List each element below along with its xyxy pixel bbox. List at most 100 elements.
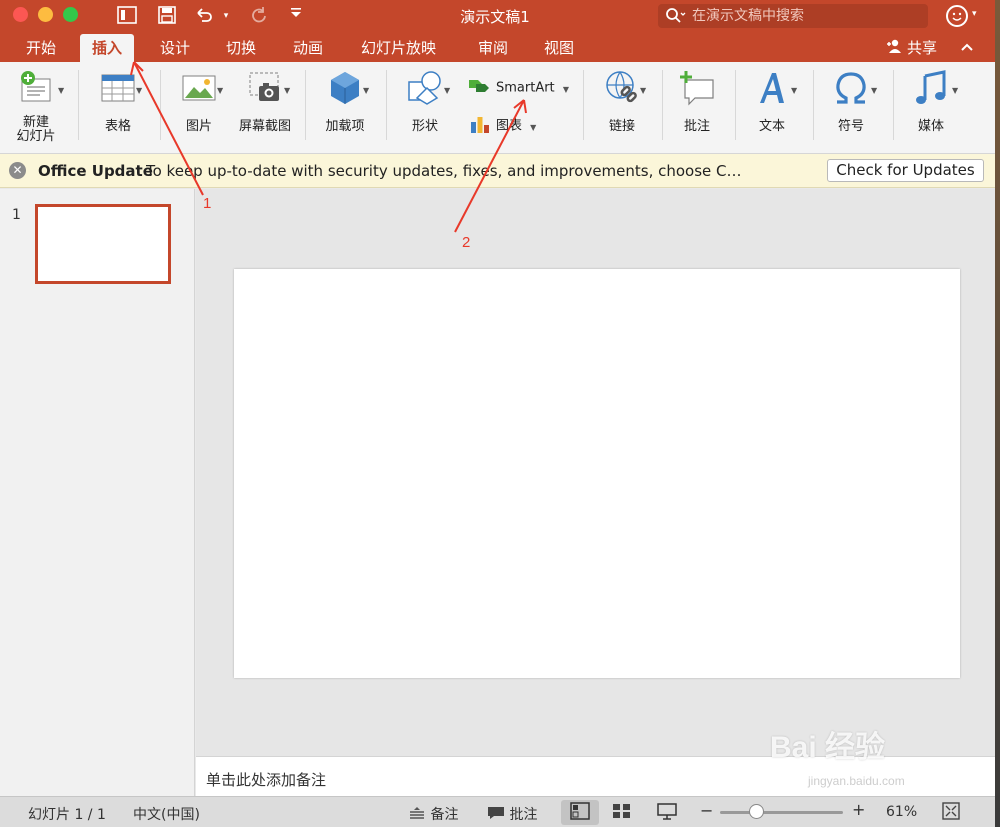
smartart-label: SmartArt — [496, 80, 555, 96]
sidebar-toggle-icon[interactable] — [115, 5, 139, 27]
table-dropdown-icon[interactable]: ▼ — [136, 86, 142, 95]
slide-thumbnail[interactable] — [35, 204, 171, 284]
addins-dropdown-icon[interactable]: ▼ — [363, 86, 369, 95]
shapes-icon — [408, 71, 441, 105]
undo-icon[interactable] — [192, 5, 216, 27]
chart-button[interactable]: 图表 ▼ — [470, 114, 536, 136]
desktop-background — [995, 0, 1000, 827]
screenshot-button[interactable]: 屏幕截图 — [236, 70, 294, 134]
addins-button[interactable]: 加载项 — [320, 70, 370, 134]
maximize-window-button[interactable] — [63, 7, 78, 22]
addins-label: 加载项 — [325, 119, 365, 134]
title-bar: ▾ 演示文稿1 在演示文稿中搜索 ▾ — [0, 0, 995, 34]
slide-sorter-view-icon[interactable] — [612, 802, 632, 824]
zoom-slider-track[interactable] — [720, 811, 843, 814]
reading-view-icon[interactable] — [656, 802, 678, 824]
table-icon — [101, 74, 135, 102]
link-dropdown-icon[interactable]: ▼ — [640, 86, 646, 95]
tab-transitions[interactable]: 切换 — [214, 34, 268, 62]
comment-label: 批注 — [683, 119, 710, 134]
undo-dropdown-caret-icon[interactable]: ▾ — [220, 5, 232, 27]
new-slide-button[interactable]: 新建 幻灯片 — [8, 70, 64, 144]
tab-slideshow[interactable]: 幻灯片放映 — [349, 34, 448, 62]
account-icon[interactable] — [946, 5, 968, 27]
check-for-updates-button[interactable]: Check for Updates — [827, 159, 984, 182]
picture-dropdown-icon[interactable]: ▼ — [217, 86, 223, 95]
collapse-ribbon-icon[interactable] — [960, 34, 974, 62]
notes-icon — [408, 806, 426, 824]
text-button[interactable]: 文本 — [750, 70, 794, 134]
notes-placeholder: 单击此处添加备注 — [206, 771, 327, 789]
ribbon-separator — [893, 70, 894, 140]
search-icon — [664, 4, 686, 34]
zoom-slider-handle[interactable] — [749, 804, 765, 819]
new-slide-label-2: 幻灯片 — [16, 129, 56, 144]
zoom-in-icon[interactable]: + — [852, 800, 865, 819]
search-box[interactable]: 在演示文稿中搜索 — [658, 4, 928, 28]
share-button[interactable]: 共享 — [886, 34, 937, 62]
link-button[interactable]: 链接 — [598, 70, 646, 134]
media-button[interactable]: 媒体 — [908, 70, 954, 134]
picture-button[interactable]: 图片 — [175, 70, 223, 134]
customize-toolbar-icon[interactable] — [286, 5, 306, 27]
link-label: 链接 — [608, 119, 635, 134]
notes-toggle-button[interactable]: 备注 — [408, 804, 458, 824]
tab-design[interactable]: 设计 — [148, 34, 202, 62]
minimize-window-button[interactable] — [38, 7, 53, 22]
ribbon-separator — [78, 70, 79, 140]
media-dropdown-icon[interactable]: ▼ — [952, 86, 958, 95]
ribbon-separator — [160, 70, 161, 140]
comment-button[interactable]: 批注 — [677, 70, 717, 134]
save-icon[interactable] — [155, 5, 179, 27]
screenshot-icon — [249, 72, 279, 101]
new-slide-dropdown-icon[interactable]: ▼ — [58, 86, 64, 95]
notes-button-label: 备注 — [430, 807, 459, 823]
zoom-percent[interactable]: 61% — [886, 804, 917, 820]
media-label: 媒体 — [917, 119, 944, 134]
dismiss-update-icon[interactable]: ✕ — [9, 162, 26, 179]
zoom-out-icon[interactable]: − — [700, 801, 713, 820]
add-person-icon — [886, 35, 904, 63]
slide-editing-area — [196, 189, 995, 756]
shapes-dropdown-icon[interactable]: ▼ — [444, 86, 450, 95]
annotation-label-1: 1 — [203, 195, 212, 212]
screenshot-dropdown-icon[interactable]: ▼ — [284, 86, 290, 95]
tab-review[interactable]: 审阅 — [466, 34, 520, 62]
comments-toggle-button[interactable]: 批注 — [487, 804, 537, 824]
tab-view[interactable]: 视图 — [532, 34, 586, 62]
close-window-button[interactable] — [13, 7, 28, 22]
language-indicator[interactable]: 中文(中国) — [133, 804, 200, 824]
table-button[interactable]: 表格 — [94, 70, 142, 134]
slide-canvas[interactable] — [234, 269, 960, 678]
table-label: 表格 — [104, 119, 131, 134]
ribbon-separator — [583, 70, 584, 140]
shapes-label: 形状 — [411, 119, 438, 134]
picture-label: 图片 — [185, 119, 212, 134]
ribbon-separator — [386, 70, 387, 140]
symbol-button[interactable]: 符号 — [828, 70, 874, 134]
update-title: Office Update — [38, 162, 153, 180]
text-icon — [760, 73, 784, 103]
chart-dropdown-icon[interactable]: ▼ — [530, 123, 536, 132]
update-message: To keep up-to-date with security updates… — [146, 162, 746, 180]
slide-thumbnail-number: 1 — [12, 207, 21, 223]
text-dropdown-icon[interactable]: ▼ — [791, 86, 797, 95]
smartart-button[interactable]: SmartArt ▼ — [468, 78, 569, 100]
symbol-dropdown-icon[interactable]: ▼ — [871, 86, 877, 95]
tab-animations[interactable]: 动画 — [281, 34, 335, 62]
normal-view-icon[interactable] — [570, 802, 590, 824]
ribbon-separator — [662, 70, 663, 140]
baidu-watermark: Bai 经验 — [770, 731, 886, 764]
chart-icon — [470, 114, 490, 138]
tab-home[interactable]: 开始 — [14, 34, 68, 62]
smartart-dropdown-icon[interactable]: ▼ — [563, 85, 569, 94]
tab-insert[interactable]: 插入 — [80, 34, 135, 62]
omega-icon — [836, 72, 866, 104]
comment-icon — [680, 71, 714, 106]
new-slide-icon — [21, 71, 51, 102]
music-note-icon — [916, 70, 946, 104]
shapes-button[interactable]: 形状 — [402, 70, 448, 134]
redo-icon[interactable] — [247, 5, 271, 27]
account-dropdown-caret-icon[interactable]: ▾ — [972, 9, 977, 19]
fit-to-window-icon[interactable] — [942, 802, 960, 824]
